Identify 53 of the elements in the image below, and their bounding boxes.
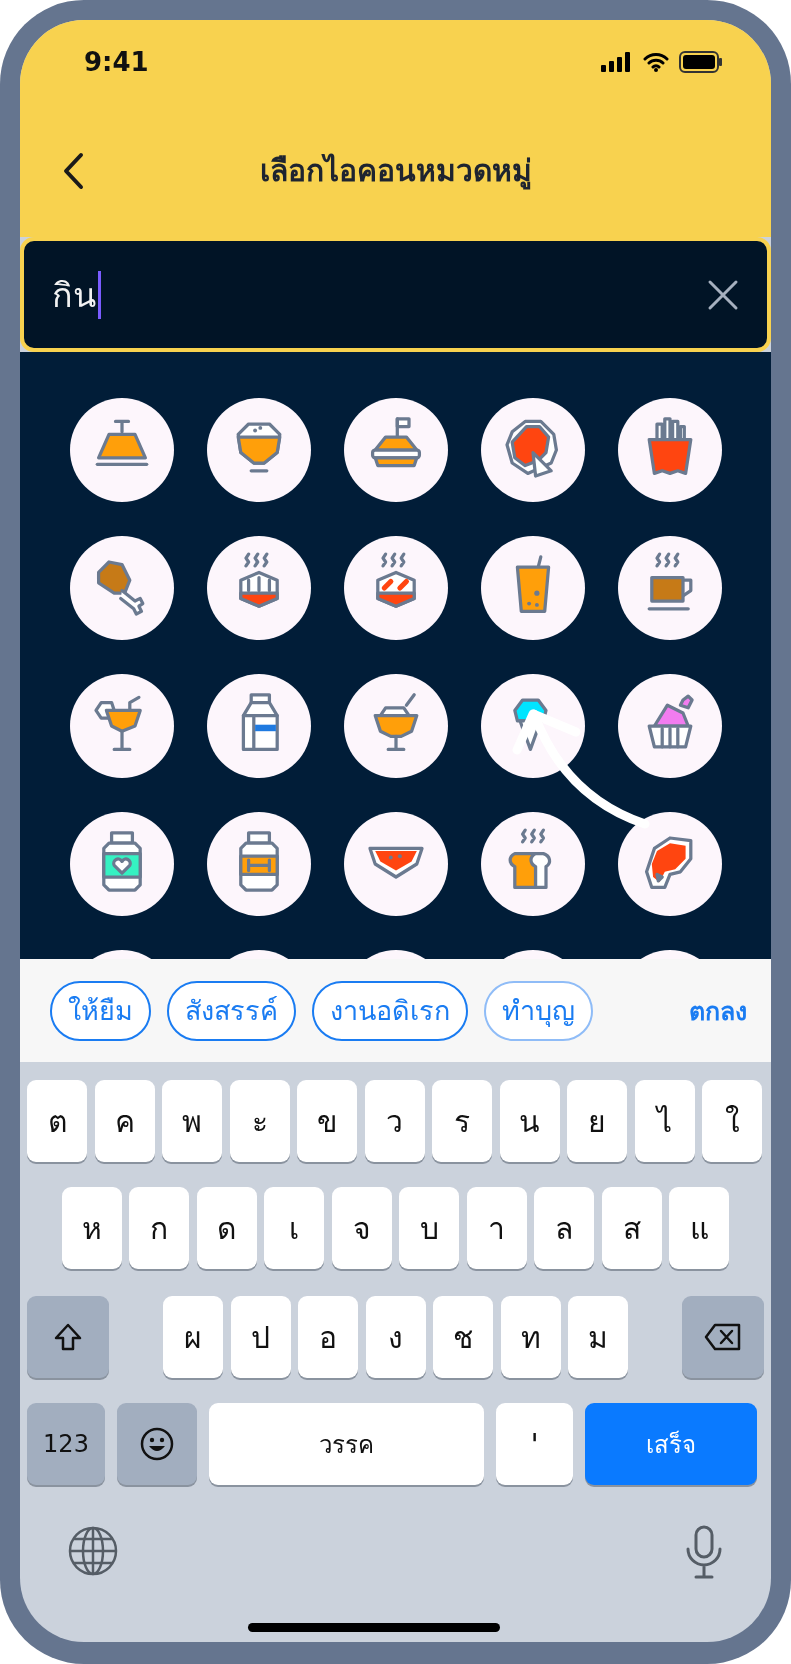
numbers-key[interactable]: 123	[27, 1403, 105, 1485]
key[interactable]: อ	[298, 1296, 358, 1378]
key[interactable]: ล	[534, 1187, 595, 1269]
key[interactable]: ผ	[163, 1296, 223, 1378]
key[interactable]: ช	[433, 1296, 493, 1378]
shift-arrow-icon	[53, 1322, 83, 1352]
key[interactable]: จ	[331, 1187, 392, 1269]
key[interactable]: ใ	[702, 1080, 762, 1162]
key[interactable]: ท	[500, 1296, 561, 1378]
globe-icon[interactable]	[67, 1525, 119, 1577]
key[interactable]: ห	[61, 1187, 122, 1269]
back-icon[interactable]	[62, 151, 84, 190]
key[interactable]: เ	[264, 1187, 325, 1269]
shift-key[interactable]	[27, 1296, 109, 1378]
key[interactable]: บ	[399, 1187, 460, 1269]
key[interactable]: ป	[230, 1296, 291, 1378]
key[interactable]: ด	[196, 1187, 257, 1269]
key[interactable]: ค	[94, 1080, 155, 1162]
key[interactable]: ส	[601, 1187, 662, 1269]
smiley-icon	[139, 1426, 175, 1462]
battery-icon	[679, 51, 723, 73]
confirm-button[interactable]: ตกลง	[683, 989, 753, 1032]
space-key[interactable]: วรรค	[209, 1403, 484, 1485]
done-key[interactable]: เสร็จ	[585, 1403, 757, 1485]
key[interactable]: ต	[27, 1080, 87, 1162]
emoji-key[interactable]	[117, 1403, 197, 1485]
key[interactable]: แ	[669, 1187, 730, 1269]
microphone-icon[interactable]	[684, 1525, 724, 1579]
page-title: เลือกไอคอนหมวดหมู่	[259, 152, 532, 192]
suggestion-chip[interactable]: ให้ยืม	[50, 980, 151, 1041]
status-time: 9:41	[84, 47, 149, 77]
key[interactable]: ะ	[229, 1080, 290, 1162]
close-icon[interactable]	[707, 278, 739, 311]
key[interactable]: ย	[567, 1080, 627, 1162]
search-field[interactable]: กิน	[20, 237, 771, 352]
backspace-icon	[704, 1323, 742, 1351]
key[interactable]: ร	[432, 1080, 492, 1162]
backspace-key[interactable]	[682, 1296, 764, 1378]
suggestion-chip[interactable]: งานอดิเรก	[312, 980, 468, 1041]
key[interactable]: ข	[297, 1080, 357, 1162]
key[interactable]: ว	[364, 1080, 425, 1162]
key[interactable]: ไ	[634, 1080, 695, 1162]
suggestion-chip[interactable]: สังสรรค์	[167, 980, 296, 1041]
key[interactable]: '	[496, 1403, 573, 1485]
suggestion-chip[interactable]: ทำบุญ	[484, 980, 593, 1041]
signal-icon	[601, 52, 633, 72]
key[interactable]: พ	[162, 1080, 222, 1162]
key[interactable]: ง	[365, 1296, 426, 1378]
key[interactable]: ก	[129, 1187, 190, 1269]
key[interactable]: ม	[568, 1296, 628, 1378]
key[interactable]: น	[499, 1080, 560, 1162]
wifi-icon	[643, 52, 669, 72]
key[interactable]: า	[466, 1187, 527, 1269]
